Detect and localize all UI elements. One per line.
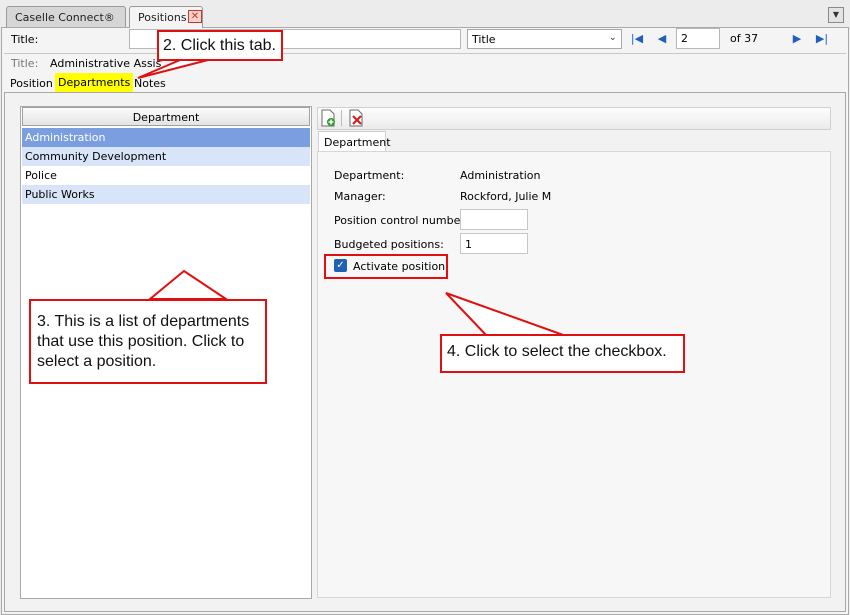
tab-departments[interactable]: Departments xyxy=(55,73,134,93)
divider xyxy=(4,53,846,54)
department-column-header[interactable]: Department xyxy=(22,107,310,126)
close-icon[interactable]: ✕ xyxy=(188,10,202,23)
lookup-field-select[interactable]: Title ⌄ xyxy=(467,29,622,49)
window-tab-caselle-connect[interactable]: Caselle Connect® xyxy=(6,6,126,27)
window-menu-dropdown-icon[interactable]: ▼ xyxy=(828,7,844,23)
tab-department-detail[interactable]: Department xyxy=(318,131,391,151)
manager-label: Manager: xyxy=(334,190,386,203)
first-record-icon[interactable]: |◀ xyxy=(629,31,645,47)
window-tab-label: Positions xyxy=(138,11,187,24)
previous-record-icon[interactable]: ◀ xyxy=(654,31,670,47)
delete-department-icon[interactable] xyxy=(347,109,365,127)
tab-position[interactable]: Position xyxy=(7,76,56,92)
department-label: Department: xyxy=(334,169,405,182)
budgeted-positions-input[interactable]: 1 xyxy=(460,233,528,254)
list-item-community-development[interactable]: Community Development xyxy=(22,147,310,166)
callout-step-4: 4. Click to select the checkbox. xyxy=(440,334,685,373)
lookup-label: Title: xyxy=(11,33,39,46)
list-item-police[interactable]: Police xyxy=(22,166,310,185)
callout-step-2: 2. Click this tab. xyxy=(157,30,283,61)
tab-notes[interactable]: Notes xyxy=(131,76,169,92)
manager-value: Rockford, Julie M xyxy=(460,190,552,203)
lookup-field-value: Title xyxy=(472,33,496,46)
record-total: of 37 xyxy=(730,32,759,45)
position-control-number-input[interactable] xyxy=(460,209,528,230)
checkbox-highlight-box xyxy=(324,254,448,279)
add-department-icon[interactable] xyxy=(319,109,337,127)
position-control-number-label: Position control number: xyxy=(334,214,469,227)
window-tab-positions[interactable]: Positions ✕ xyxy=(129,6,203,28)
list-item-public-works[interactable]: Public Works xyxy=(22,185,310,204)
callout-step-3: 3. This is a list of departments that us… xyxy=(29,299,267,384)
chevron-down-icon: ⌄ xyxy=(608,32,617,43)
budgeted-positions-label: Budgeted positions: xyxy=(334,238,444,251)
list-item-administration[interactable]: Administration xyxy=(22,128,310,147)
department-value: Administration xyxy=(460,169,541,182)
window-tab-label: Caselle Connect® xyxy=(15,11,115,24)
record-title-label: Title: xyxy=(11,57,39,70)
record-title-value: Administrative Assistant xyxy=(50,57,162,70)
toolbar-divider xyxy=(341,110,342,126)
detail-toolbar xyxy=(317,107,831,130)
record-number-input[interactable]: 2 xyxy=(676,28,720,49)
last-record-icon[interactable]: ▶| xyxy=(814,31,830,47)
next-record-icon[interactable]: ▶ xyxy=(789,31,805,47)
